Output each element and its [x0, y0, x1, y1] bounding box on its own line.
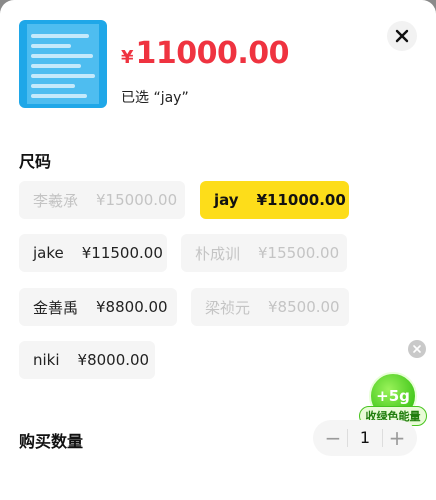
plus-icon[interactable]: +: [387, 426, 407, 450]
size-option[interactable]: jake ¥11500.00: [19, 234, 167, 272]
close-button[interactable]: [387, 21, 417, 51]
close-icon: [395, 29, 409, 43]
size-option[interactable]: 李羲承 ¥15000.00: [19, 181, 185, 219]
selected-variant-text: 已选 “jay”: [121, 90, 189, 106]
quantity-stepper: − 1 +: [313, 420, 417, 456]
dismiss-icon: [413, 345, 421, 353]
price-value: 11000.00: [135, 36, 290, 71]
size-option-selected[interactable]: jay ¥11000.00: [200, 181, 349, 219]
sku-selector-sheet: ¥ 11000.00 已选 “jay” 尺码 李羲承 ¥15000.00 jay…: [0, 0, 436, 500]
quantity-section-title: 购买数量: [19, 432, 84, 451]
energy-badge-dismiss-button[interactable]: [408, 340, 426, 358]
product-price: ¥ 11000.00: [121, 36, 290, 71]
size-option[interactable]: 朴成训 ¥15500.00: [181, 234, 347, 272]
size-option[interactable]: 梁祯元 ¥8500.00: [191, 288, 349, 326]
minus-icon[interactable]: −: [323, 426, 343, 450]
product-thumbnail: [19, 20, 107, 108]
size-section-title: 尺码: [19, 152, 52, 171]
size-option[interactable]: niki ¥8000.00: [19, 341, 155, 379]
price-currency: ¥: [121, 47, 134, 68]
size-option[interactable]: 金善禹 ¥8800.00: [19, 288, 177, 326]
quantity-value[interactable]: 1: [346, 429, 384, 447]
